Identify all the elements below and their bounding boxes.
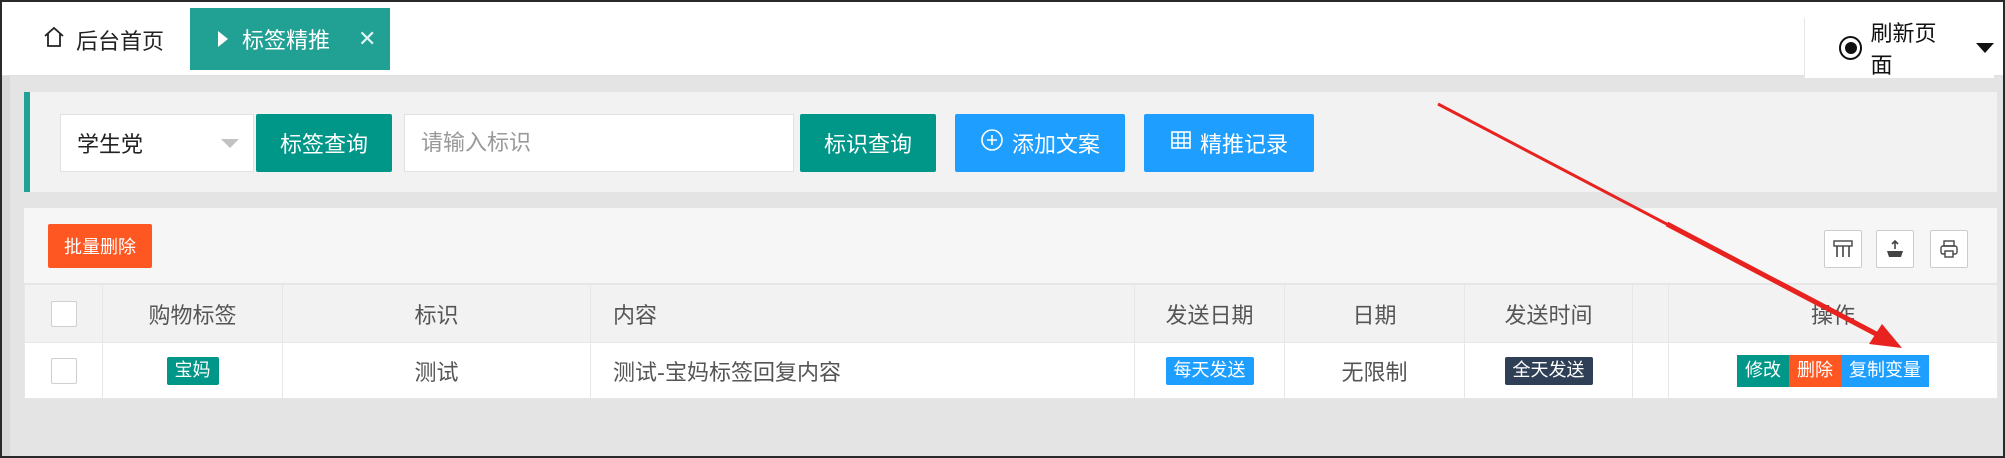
tag-select-value: 学生党 xyxy=(77,133,144,158)
header-content: 内容 xyxy=(590,284,1135,343)
header-identifier: 标识 xyxy=(282,284,591,343)
send-date-badge: 每天发送 xyxy=(1165,356,1254,385)
date-cell: 无限制 xyxy=(1284,342,1465,399)
content-cell: 测试-宝妈标签回复内容 xyxy=(590,342,1135,399)
table-toolbar: 批量删除 xyxy=(24,208,1997,284)
table-header-row: 购物标签 标识 内容 发送日期 日期 发送时间 操作 xyxy=(24,284,1998,343)
header-send-time: 发送时间 xyxy=(1464,284,1633,343)
refresh-page-button[interactable]: 刷新页面 xyxy=(1804,18,1994,79)
tab-tag-push[interactable]: 标签精推 ✕ xyxy=(190,8,390,70)
tag-badge: 宝妈 xyxy=(166,356,219,385)
add-circle-icon xyxy=(980,128,1004,158)
id-query-button[interactable]: 标识查询 xyxy=(800,114,936,172)
header-spacer xyxy=(1632,284,1669,343)
search-panel: 学生党 标签查询 标识查询 添加文案 精推记录 xyxy=(24,92,1997,192)
tag-query-button[interactable]: 标签查询 xyxy=(256,114,392,172)
row-select-cell[interactable] xyxy=(24,342,103,399)
export-icon[interactable] xyxy=(1876,230,1914,268)
refresh-page-label: 刷新页面 xyxy=(1870,22,1937,79)
close-icon[interactable]: ✕ xyxy=(358,27,376,52)
tab-home[interactable]: 后台首页 xyxy=(42,20,164,60)
tag-cell: 宝妈 xyxy=(102,342,283,399)
add-copy-label: 添加文案 xyxy=(1011,133,1100,158)
tag-query-label: 标签查询 xyxy=(279,133,368,158)
identifier-cell: 测试 xyxy=(282,342,591,399)
add-copy-button[interactable]: 添加文案 xyxy=(955,114,1125,172)
header-actions: 操作 xyxy=(1668,284,1998,343)
spacer-cell xyxy=(1632,342,1669,399)
data-table: 购物标签 标识 内容 发送日期 日期 发送时间 操作 宝妈 测试 测试-宝妈标签… xyxy=(24,284,1998,399)
tab-tag-push-label: 标签精推 xyxy=(242,29,331,54)
push-records-label: 精推记录 xyxy=(1199,133,1288,158)
header-send-date: 发送日期 xyxy=(1134,284,1285,343)
send-date-cell: 每天发送 xyxy=(1134,342,1285,399)
header-date: 日期 xyxy=(1284,284,1465,343)
send-time-cell: 全天发送 xyxy=(1464,342,1633,399)
table-panel: 批量删除 购物标签 标识 内容 发送日期 日期 发送时间 操作 宝妈 测试 测试… xyxy=(24,208,1998,399)
caret-down-icon xyxy=(1976,43,1994,53)
batch-delete-label: 批量删除 xyxy=(64,237,136,258)
columns-icon[interactable] xyxy=(1824,230,1862,268)
tab-bar: 后台首页 标签精推 ✕ 刷新页面 xyxy=(2,2,2003,79)
tag-select[interactable]: 学生党 xyxy=(60,114,254,172)
select-arrow-icon xyxy=(221,139,239,148)
tab-home-label: 后台首页 xyxy=(76,30,165,55)
print-icon[interactable] xyxy=(1930,230,1968,268)
edit-button[interactable]: 修改 xyxy=(1737,354,1789,387)
id-query-label: 标识查询 xyxy=(823,133,912,158)
batch-delete-button[interactable]: 批量删除 xyxy=(48,224,152,268)
select-all-checkbox[interactable] xyxy=(50,300,77,327)
delete-button[interactable]: 删除 xyxy=(1789,354,1841,387)
actions-cell: 修改 删除 复制变量 xyxy=(1668,342,1998,399)
home-icon xyxy=(42,25,66,55)
row-checkbox[interactable] xyxy=(50,357,77,384)
header-select-all[interactable] xyxy=(24,284,103,343)
table-grid-icon xyxy=(1170,129,1192,157)
send-time-badge: 全天发送 xyxy=(1504,356,1593,385)
left-edge-strip xyxy=(2,76,10,456)
header-shopping-tag: 购物标签 xyxy=(102,284,283,343)
table-row: 宝妈 测试 测试-宝妈标签回复内容 每天发送 无限制 全天发送 修改 删除 复制… xyxy=(24,342,1998,399)
id-input[interactable] xyxy=(404,114,794,172)
push-records-button[interactable]: 精推记录 xyxy=(1144,114,1314,172)
radio-dot-icon xyxy=(1839,36,1863,60)
play-icon xyxy=(218,31,228,47)
copy-variable-button[interactable]: 复制变量 xyxy=(1841,354,1929,387)
